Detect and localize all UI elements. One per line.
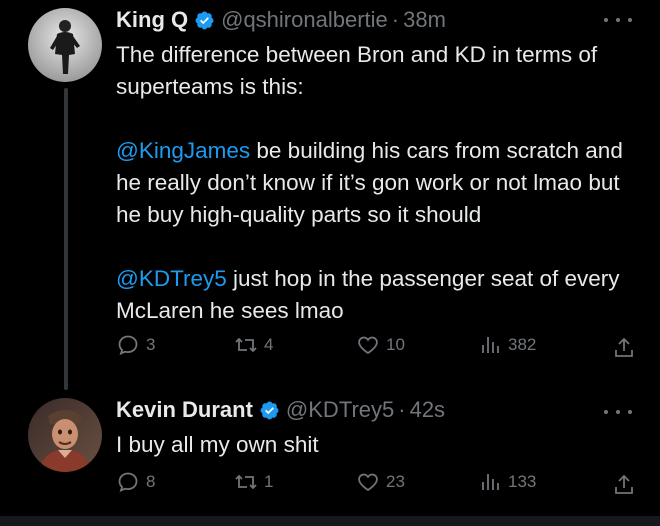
reply-icon (118, 472, 138, 493)
tweet-paragraph: @KDTrey5 just hop in the passenger seat … (116, 263, 636, 327)
tweet-2[interactable]: Kevin Durant @KDTrey5 · 42s I buy all my… (0, 390, 660, 516)
like-button[interactable]: 10 (356, 333, 405, 357)
like-icon (358, 473, 378, 492)
tweet-text: The difference between Bron and KD in te… (116, 39, 636, 327)
verified-badge-icon (259, 400, 280, 421)
like-button[interactable]: 23 (356, 470, 405, 494)
like-count: 23 (386, 472, 405, 491)
views-icon (482, 337, 499, 353)
reply-button[interactable]: 3 (116, 333, 155, 357)
tweet-text: I buy all my own shit (116, 429, 636, 461)
repost-count: 1 (264, 472, 274, 491)
like-count: 10 (386, 335, 405, 354)
author-name[interactable]: King Q (116, 7, 188, 33)
views-icon (482, 474, 499, 490)
avatar-kevin-durant[interactable] (28, 398, 102, 472)
repost-count: 4 (264, 335, 274, 354)
repost-button[interactable]: 1 (234, 470, 273, 494)
views-count: 382 (508, 335, 537, 354)
repost-icon (235, 474, 257, 490)
share-button[interactable] (612, 336, 636, 365)
reply-count: 8 (146, 472, 156, 491)
more-icon[interactable] (604, 10, 632, 30)
views-button[interactable]: 133 (478, 470, 536, 494)
separator-dot: · (398, 397, 406, 422)
reply-icon (118, 335, 138, 356)
timestamp[interactable]: 42s (410, 397, 445, 423)
bottom-divider (0, 516, 660, 526)
share-button[interactable] (612, 473, 636, 502)
tweet-header: King Q @qshironalbertie · 38m (116, 5, 446, 35)
repost-button[interactable]: 4 (234, 333, 273, 357)
tweet-1[interactable]: King Q @qshironalbertie · 38m The differ… (0, 0, 660, 390)
mention-link[interactable]: @KingJames (116, 138, 250, 163)
tweet-paragraph: I buy all my own shit (116, 432, 319, 457)
avatar-king-q[interactable] (28, 8, 102, 82)
tweet-paragraph: The difference between Bron and KD in te… (116, 42, 598, 99)
author-name[interactable]: Kevin Durant (116, 397, 253, 423)
author-handle[interactable]: @KDTrey5 (286, 397, 394, 423)
reply-button[interactable]: 8 (116, 470, 155, 494)
share-icon (615, 337, 633, 357)
tweet-actions: 8 1 23 133 (116, 470, 636, 500)
timestamp[interactable]: 38m (403, 7, 446, 33)
reply-count: 3 (146, 335, 156, 354)
more-icon[interactable] (604, 402, 632, 422)
separator-dot: · (391, 7, 400, 32)
author-handle[interactable]: @qshironalbertie (221, 7, 388, 33)
share-icon (615, 474, 633, 494)
tweet-header: Kevin Durant @KDTrey5 · 42s (116, 395, 445, 425)
like-icon (358, 336, 378, 355)
views-count: 133 (508, 472, 537, 491)
repost-icon (235, 337, 257, 353)
tweet-actions: 3 4 10 382 (116, 333, 636, 363)
verified-badge-icon (194, 10, 215, 31)
mention-link[interactable]: @KDTrey5 (116, 266, 227, 291)
thread-line (64, 88, 68, 390)
tweet-paragraph: @KingJames be building his cars from scr… (116, 135, 636, 231)
views-button[interactable]: 382 (478, 333, 536, 357)
